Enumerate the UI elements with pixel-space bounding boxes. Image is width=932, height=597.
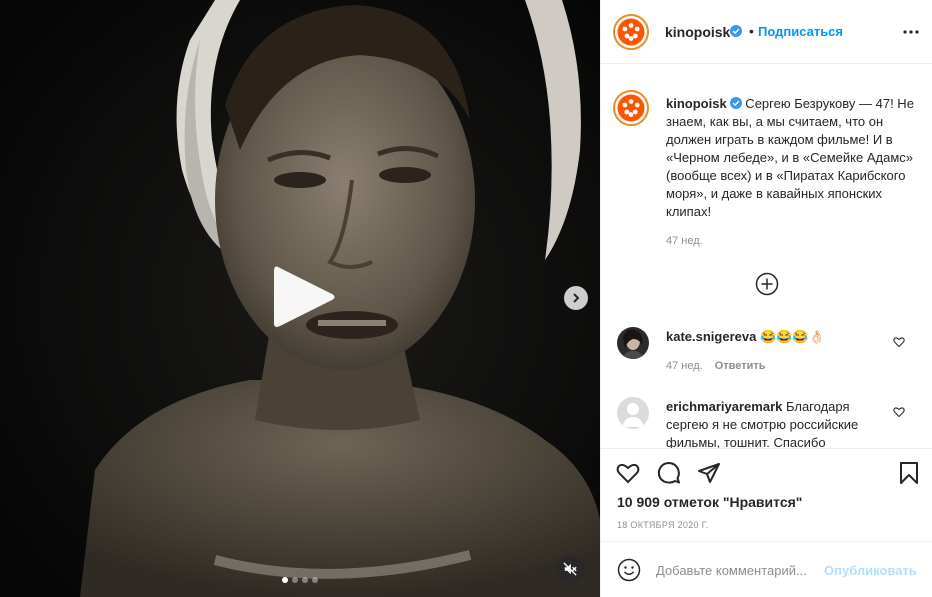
caption-timestamp[interactable]: 47 нед. — [666, 235, 703, 247]
comment-like-button[interactable] — [893, 336, 905, 348]
comment-like-button[interactable] — [893, 406, 905, 418]
comment-bubble-icon — [657, 462, 680, 484]
comment-text: 😂😂😂👌🏻 — [756, 329, 825, 344]
caption-text: Сергею Безрукову — 47! Не знаем, как вы,… — [666, 96, 914, 219]
likes-count[interactable]: 10 909 отметок "Нравится" — [617, 494, 802, 510]
heart-icon — [893, 407, 905, 418]
post-media[interactable] — [0, 0, 600, 597]
comment-body: kate.snigereva 😂😂😂👌🏻 — [666, 328, 886, 346]
add-comment-bar: Опубликовать — [601, 541, 932, 597]
bookmark-icon — [900, 462, 918, 484]
post-caption: kinopoisk Сергею Безрукову — 47! Не знае… — [666, 95, 924, 221]
save-button[interactable] — [897, 461, 921, 485]
heart-icon — [616, 463, 640, 484]
heart-icon — [893, 337, 905, 348]
chevron-right-icon — [573, 293, 580, 303]
commenter-avatar[interactable] — [617, 327, 649, 359]
follow-button[interactable]: Подписаться — [758, 24, 843, 39]
comment-timestamp[interactable]: 47 нед. — [666, 360, 703, 372]
commenter-avatar[interactable] — [617, 397, 649, 429]
post-sidebar: kinopoisk • Подписаться kinopoisk Сергею… — [600, 0, 932, 597]
load-more-comments-button[interactable] — [755, 272, 779, 296]
carousel-indicator — [282, 577, 318, 583]
play-button[interactable] — [268, 262, 338, 332]
emoji-button[interactable] — [617, 558, 641, 582]
muted-speaker-icon — [563, 562, 577, 576]
default-avatar-icon — [617, 397, 649, 429]
share-button[interactable] — [697, 461, 721, 485]
paper-plane-icon — [698, 463, 720, 483]
comment-input[interactable] — [656, 560, 818, 580]
carousel-next-button[interactable] — [564, 286, 588, 310]
carousel-dot — [312, 577, 318, 583]
comment-username[interactable]: kate.snigereva — [666, 329, 756, 344]
carousel-dot — [282, 577, 288, 583]
header-separator: • — [749, 23, 754, 39]
reply-button[interactable]: Ответить — [715, 360, 766, 372]
comments-list[interactable]: kate.snigereva 😂😂😂👌🏻 47 нед. Ответить er… — [601, 315, 932, 448]
user-photo-icon — [617, 327, 649, 359]
comment-body: erichmariyaremark Благодаря сергею я не … — [666, 398, 886, 448]
author-username[interactable]: kinopoisk — [665, 24, 730, 40]
verified-badge-icon — [730, 25, 742, 37]
more-options-icon — [903, 30, 919, 34]
caption-avatar[interactable] — [613, 90, 649, 126]
verified-badge-icon — [729, 97, 742, 109]
post-date[interactable]: 18 октября 2020 г. — [617, 520, 708, 530]
plus-circle-icon — [755, 272, 779, 296]
verified-badge — [727, 24, 742, 39]
like-button[interactable] — [616, 461, 640, 485]
comment-meta: 47 нед. Ответить — [666, 360, 766, 372]
author-avatar[interactable] — [613, 14, 649, 50]
kinopoisk-logo-icon — [613, 90, 649, 126]
comment-username[interactable]: erichmariyaremark — [666, 399, 782, 414]
comment-button[interactable] — [657, 461, 681, 485]
play-icon — [274, 266, 335, 327]
post-header: kinopoisk • Подписаться — [601, 0, 932, 64]
publish-button[interactable]: Опубликовать — [824, 563, 917, 578]
smiley-icon — [617, 558, 641, 582]
carousel-dot — [292, 577, 298, 583]
carousel-dot — [302, 577, 308, 583]
kinopoisk-logo-icon — [613, 14, 649, 50]
caption-username[interactable]: kinopoisk — [666, 96, 727, 111]
post-actions — [601, 448, 932, 496]
mute-toggle-button[interactable] — [556, 555, 584, 583]
more-options-button[interactable] — [901, 24, 921, 40]
